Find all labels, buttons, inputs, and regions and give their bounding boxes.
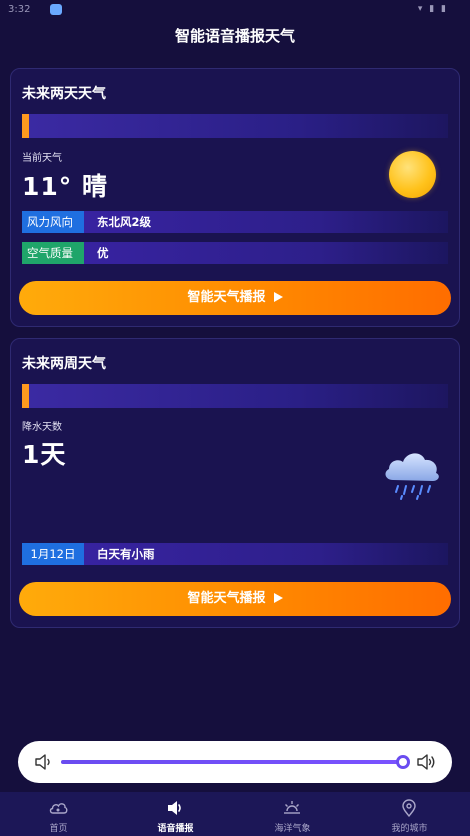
header-bar-accent — [22, 114, 29, 138]
wind-value: 东北风2级 — [97, 215, 152, 229]
air-quality-tag: 空气质量 — [22, 242, 84, 264]
volume-slider-thumb[interactable] — [396, 755, 410, 769]
nav-label: 我的城市 — [391, 824, 428, 834]
volume-high-icon[interactable] — [416, 752, 436, 772]
play-icon — [273, 593, 283, 603]
nav-home[interactable]: 首页 — [0, 792, 117, 836]
sun-horizon-icon — [284, 801, 300, 814]
play-icon — [273, 292, 283, 302]
nav-label: 海洋气象 — [274, 824, 311, 834]
sun-icon — [389, 151, 436, 198]
bottom-nav: 首页 语音播报 海洋气象 我的城市 — [0, 792, 470, 836]
two-week-weather-card: 未来两周天气 降水天数 1天 1月12日 白天有小雨 智能天气播报 — [10, 338, 460, 628]
nav-my-city[interactable]: 我的城市 — [351, 792, 468, 836]
broadcast-button[interactable]: 智能天气播报 — [19, 281, 451, 315]
broadcast-button-label: 智能天气播报 — [187, 290, 266, 305]
nav-label: 首页 — [49, 824, 68, 834]
speaker-icon — [168, 801, 181, 815]
forecast-value: 白天有小雨 — [97, 547, 155, 561]
volume-low-icon[interactable] — [33, 752, 53, 772]
location-pin-icon — [402, 799, 416, 818]
wind-tag: 风力风向 — [22, 211, 84, 233]
rain-days-value: 1天 — [22, 440, 67, 469]
cloud-icon — [49, 803, 68, 814]
volume-slider-fill — [61, 760, 403, 764]
temperature-value: 11° 晴 — [22, 172, 108, 201]
nav-label: 语音播报 — [157, 824, 194, 834]
broadcast-button[interactable]: 智能天气播报 — [19, 582, 451, 616]
two-day-weather-card: 未来两天天气 当前天气 11° 晴 风力风向 东北风2级 空气质量 优 智能天气… — [10, 68, 460, 327]
header-bar — [22, 114, 448, 138]
status-bar: 3:32 ▾ ▮ ▮ — [0, 0, 470, 20]
cloud-rain-icon — [385, 453, 439, 500]
header-bar — [22, 384, 448, 408]
forecast-row: 1月12日 白天有小雨 — [22, 543, 448, 565]
air-quality-row: 空气质量 优 — [22, 242, 448, 264]
nav-voice-broadcast[interactable]: 语音播报 — [117, 792, 234, 836]
page-title: 智能语音播报天气 — [174, 27, 295, 45]
wind-row: 风力风向 东北风2级 — [22, 211, 448, 233]
air-quality-value: 优 — [97, 246, 109, 260]
rain-days-label: 降水天数 — [22, 422, 62, 433]
status-time: 3:32 — [8, 4, 31, 15]
nav-ocean-weather[interactable]: 海洋气象 — [234, 792, 351, 836]
volume-slider[interactable] — [61, 755, 410, 769]
app-notification-icon — [50, 4, 62, 15]
broadcast-button-label: 智能天气播报 — [187, 591, 266, 606]
status-icons: ▾ ▮ ▮ — [417, 4, 448, 14]
forecast-date-tag: 1月12日 — [22, 543, 84, 565]
volume-control — [18, 741, 452, 783]
card-title: 未来两天天气 — [22, 86, 106, 102]
card-title: 未来两周天气 — [22, 356, 106, 372]
current-weather-label: 当前天气 — [22, 153, 62, 164]
header-bar-accent — [22, 384, 29, 408]
